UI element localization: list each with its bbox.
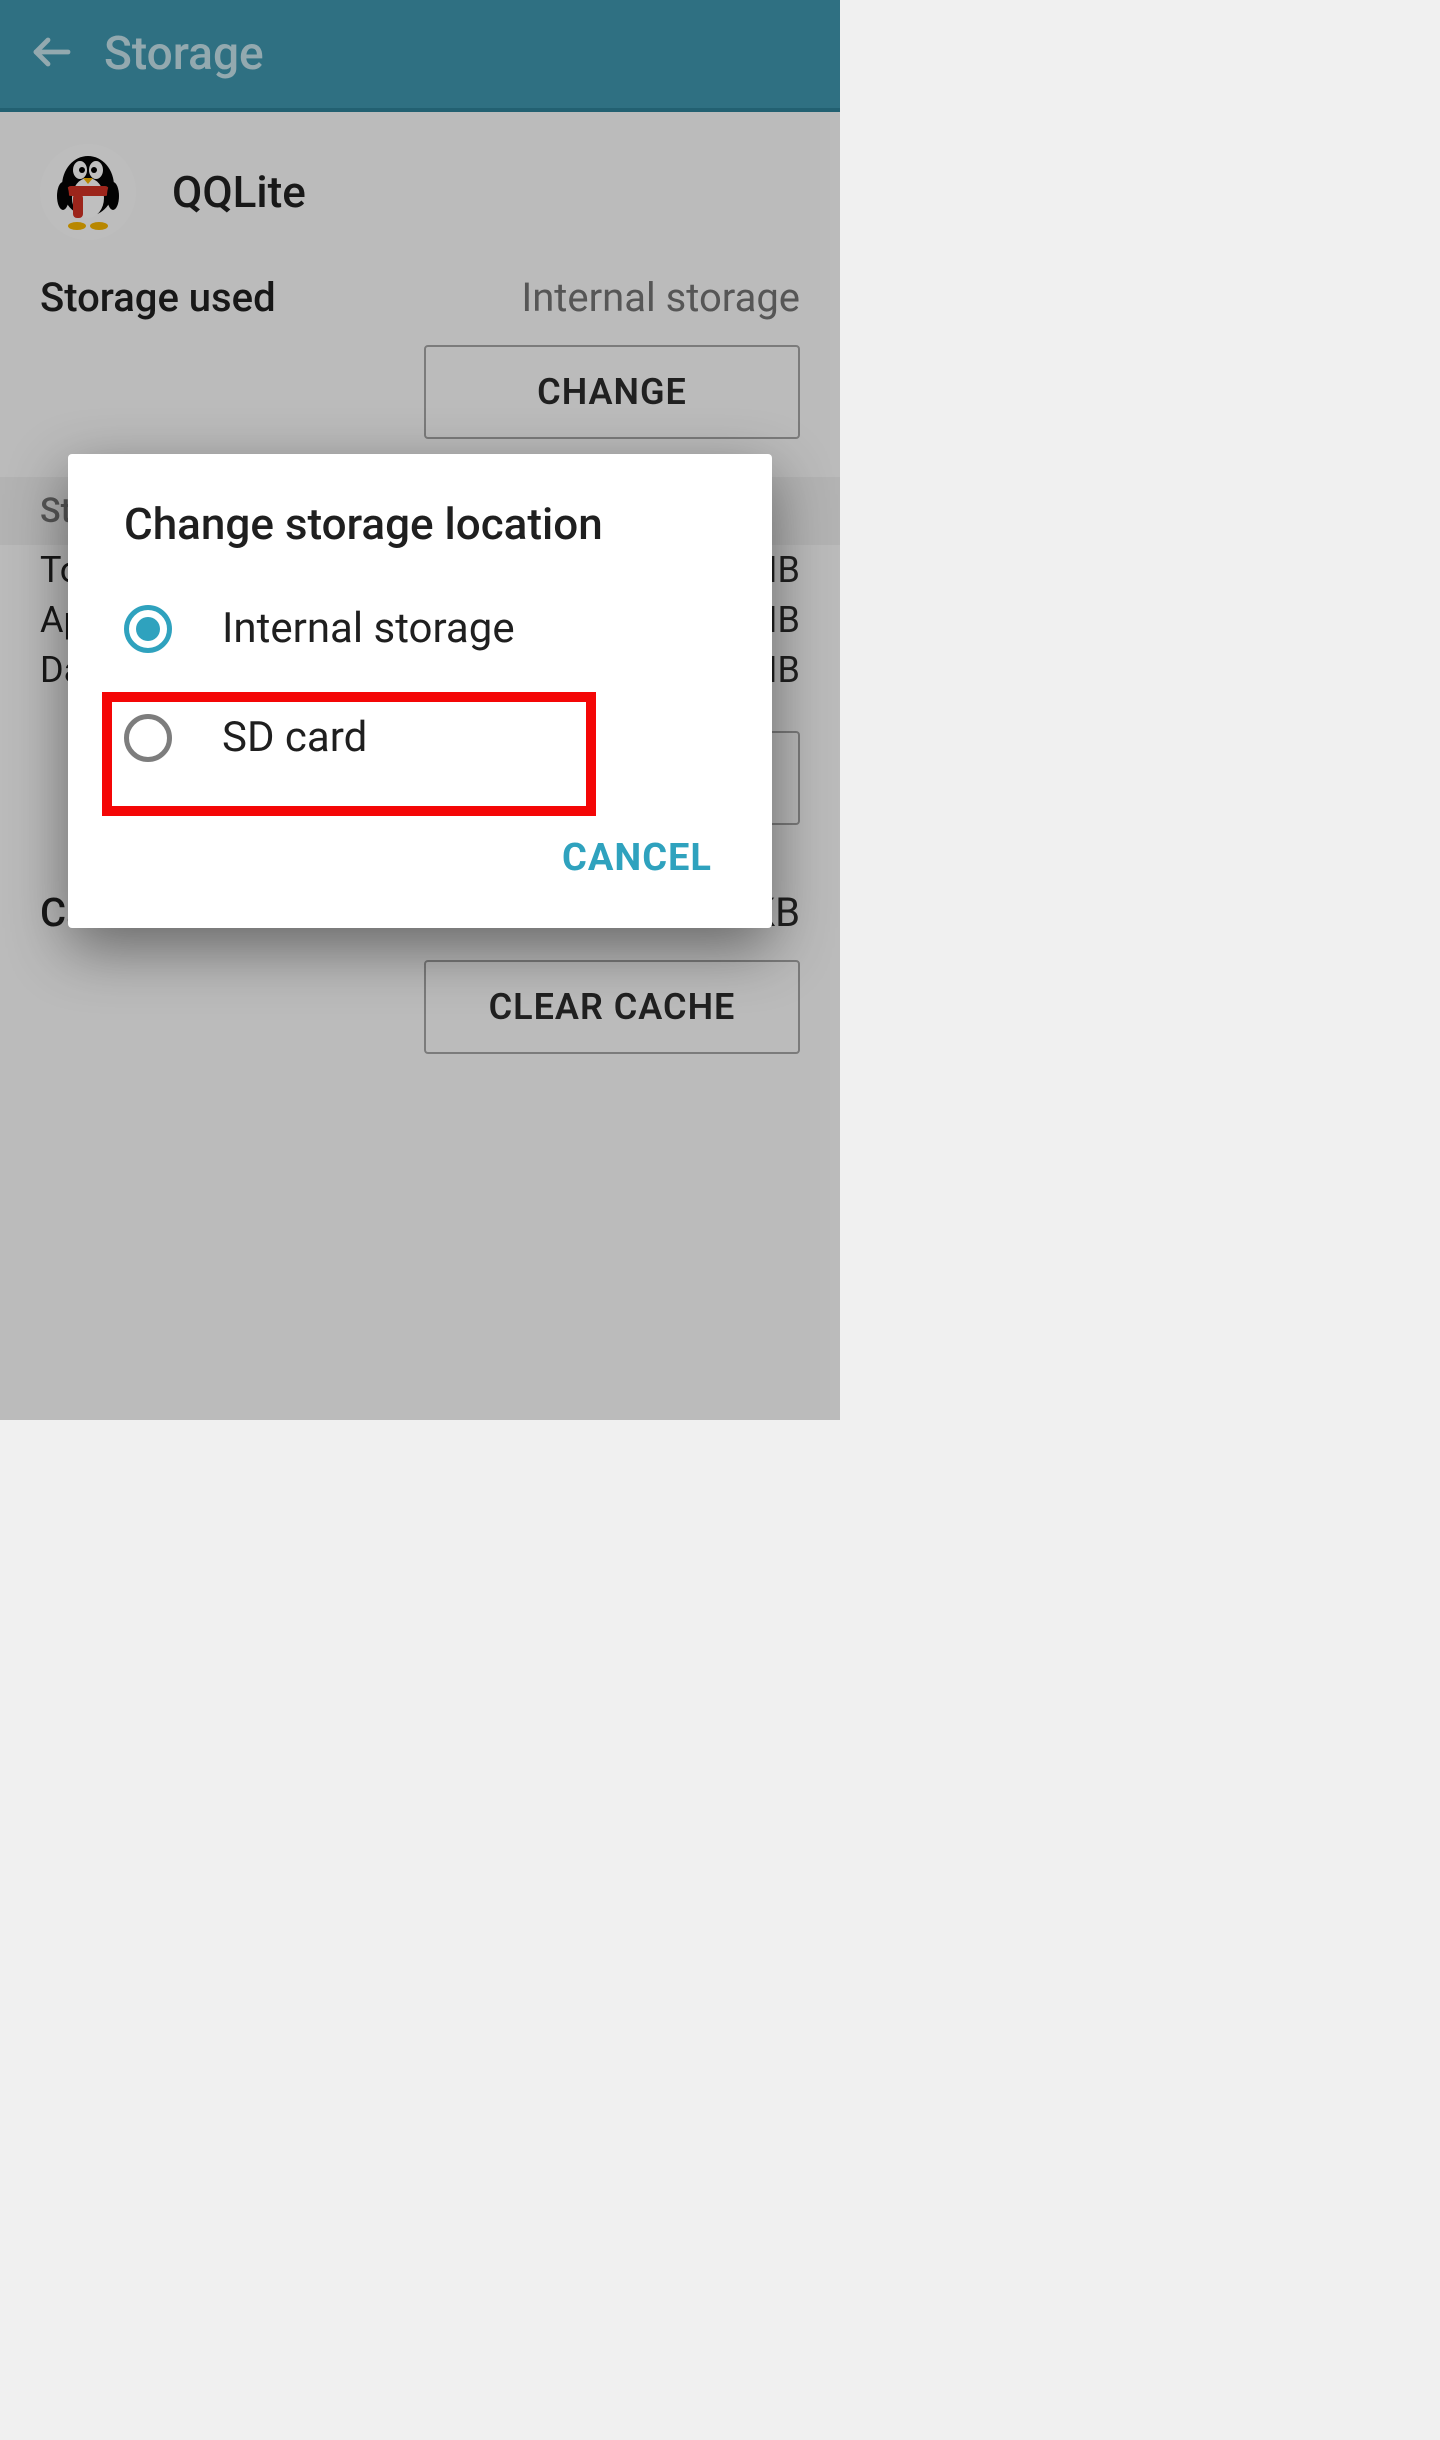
radio-selected-icon xyxy=(124,605,172,653)
change-storage-dialog: Change storage location Internal storage… xyxy=(68,454,772,928)
cancel-button[interactable]: CANCEL xyxy=(542,828,732,888)
radio-option-sd[interactable]: SD card xyxy=(68,683,772,792)
storage-settings-screen: Storage xyxy=(0,0,840,1420)
radio-option-internal-label: Internal storage xyxy=(172,604,515,653)
dialog-actions: CANCEL xyxy=(68,792,772,928)
radio-option-sd-label: SD card xyxy=(172,713,367,762)
radio-option-internal[interactable]: Internal storage xyxy=(68,574,772,683)
radio-unselected-icon xyxy=(124,714,172,762)
dialog-title: Change storage location xyxy=(68,498,772,574)
